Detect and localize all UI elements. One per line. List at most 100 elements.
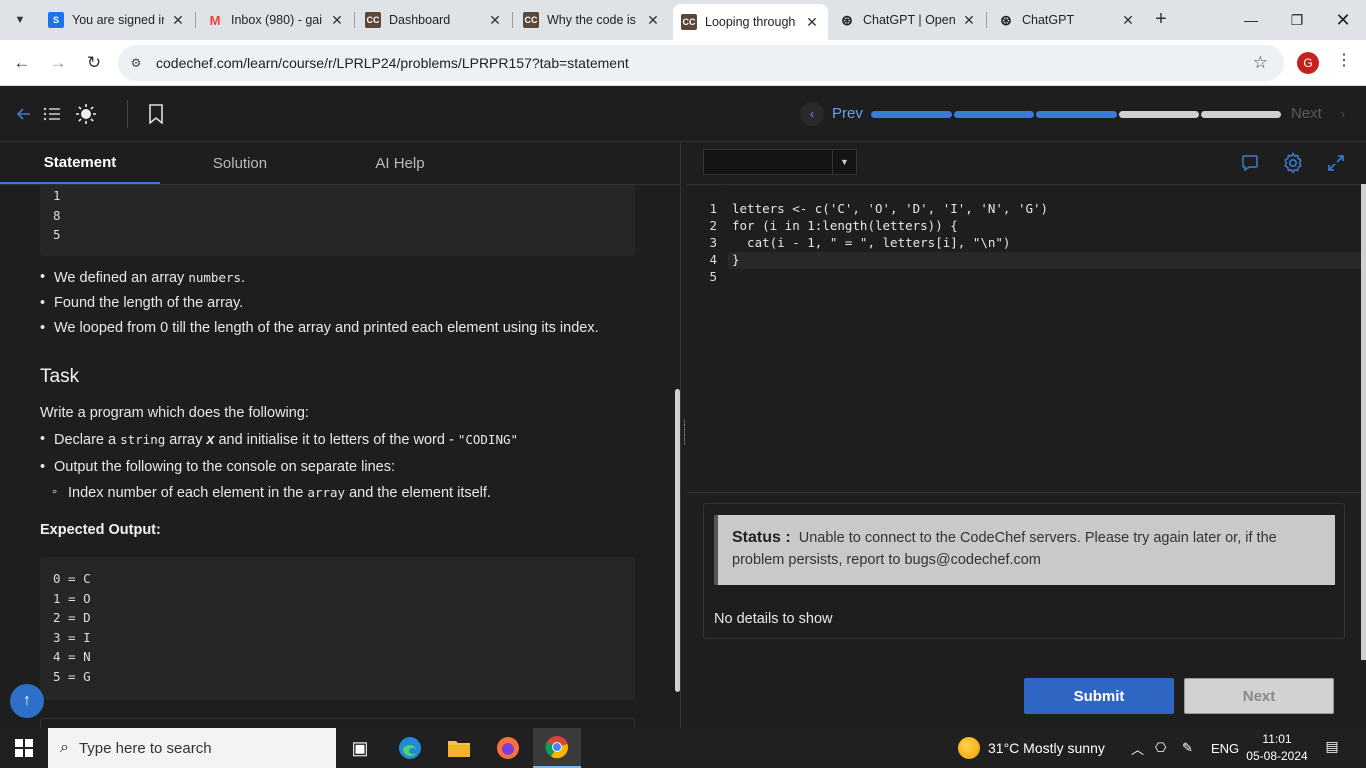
code-line[interactable]: for (i in 1:length(letters)) {	[732, 218, 958, 233]
status-message: Status : Unable to connect to the CodeCh…	[714, 515, 1335, 585]
meet-now-icon[interactable]: ⎔	[1155, 728, 1166, 768]
bookmark-icon[interactable]	[144, 102, 168, 126]
explanation-list: We defined an array numbers. Found the l…	[40, 269, 599, 345]
line-number: 3	[709, 235, 717, 250]
browser-tab-1[interactable]: S You are signed in ✕	[40, 6, 194, 34]
task-intro: Write a program which does the following…	[40, 405, 309, 421]
reload-icon[interactable]: ↻	[80, 49, 108, 77]
firefox-icon[interactable]	[484, 728, 532, 768]
next-chevron-icon[interactable]: ›	[1331, 102, 1355, 126]
code-editor[interactable]: 1 2 3 4 5 letters <- c('C', 'O', 'D', 'I…	[687, 184, 1361, 492]
list-menu-icon[interactable]	[40, 102, 64, 126]
codechef-icon: CC	[681, 14, 697, 30]
panel-resize-handle[interactable]: ⁝ ⁝ ⁝ ⁝ ⁝	[680, 142, 687, 728]
close-tab-icon[interactable]: ✕	[487, 12, 503, 29]
editor-toolbar: ▼	[687, 142, 1366, 184]
editor-scrollbar[interactable]	[1361, 184, 1366, 660]
input-language-indicator[interactable]: ENG	[1211, 728, 1239, 768]
tab-divider	[512, 12, 513, 28]
forward-arrow-icon[interactable]: →	[44, 49, 72, 77]
tab-search-chevron-icon[interactable]: ▼	[8, 8, 32, 32]
windows-start-icon[interactable]	[0, 728, 48, 768]
code-line[interactable]: }	[732, 252, 740, 267]
current-line-highlight	[728, 252, 1361, 269]
clock-date: 05-08-2024	[1246, 749, 1308, 763]
browser-tab-2[interactable]: M Inbox (980) - gai ✕	[199, 6, 353, 34]
tab-title: You are signed in	[72, 13, 164, 27]
code-line: 5	[53, 227, 61, 242]
language-select[interactable]: ▼	[703, 149, 857, 175]
tab-statement[interactable]: Statement	[0, 142, 160, 184]
site-settings-icon[interactable]: ⚙	[126, 56, 146, 70]
chevron-down-icon[interactable]: ▼	[832, 150, 856, 174]
codechef-icon: CC	[523, 12, 539, 28]
address-bar: ← → ↻ ⚙ codechef.com/learn/course/r/LPRL…	[0, 40, 1366, 86]
next-button[interactable]: Next	[1184, 678, 1334, 714]
theme-sun-icon[interactable]	[74, 102, 98, 126]
tab-title: Looping through	[705, 15, 796, 29]
codechef-icon: CC	[365, 12, 381, 28]
code-line[interactable]: letters <- c('C', 'O', 'D', 'I', 'N', 'G…	[732, 201, 1048, 216]
minimize-icon[interactable]: —	[1228, 0, 1274, 40]
prev-link[interactable]: Prev	[832, 105, 863, 122]
prev-chevron-icon[interactable]: ‹	[800, 102, 824, 126]
profile-avatar[interactable]: G	[1297, 52, 1319, 74]
tab-title: Dashboard	[389, 13, 451, 27]
line-number: 1	[709, 201, 717, 216]
notification-center-icon[interactable]: ▤	[1322, 738, 1342, 758]
close-tab-icon[interactable]: ✕	[961, 12, 977, 29]
restore-icon[interactable]: ❐	[1274, 0, 1320, 40]
close-tab-icon[interactable]: ✕	[804, 14, 820, 31]
openai-icon: ⊛	[1000, 11, 1012, 28]
search-placeholder: Type here to search	[78, 739, 212, 757]
next-link[interactable]: Next	[1291, 105, 1322, 122]
weather-widget[interactable]: 31°C Mostly sunny	[958, 728, 1105, 768]
new-tab-plus-icon[interactable]: +	[1150, 8, 1172, 30]
close-window-icon[interactable]: ✕	[1320, 0, 1366, 40]
tab-solution[interactable]: Solution	[160, 142, 320, 184]
toolbar-divider	[127, 100, 128, 128]
back-arrow-icon[interactable]: ←	[8, 49, 36, 77]
browser-tab-4[interactable]: CC Why the code is ✕	[515, 6, 669, 34]
system-clock[interactable]: 11:01 05-08-2024	[1244, 731, 1310, 765]
browser-tab-strip: ▼ S You are signed in ✕ M Inbox (980) - …	[0, 0, 1366, 40]
code-line: 1 = O	[53, 590, 91, 606]
taskbar-search-field[interactable]: ⌕ Type here to search	[48, 728, 336, 768]
code-line[interactable]: cat(i - 1, " = ", letters[i], "\n")	[732, 235, 1010, 250]
browser-tab-3[interactable]: CC Dashboard ✕	[357, 6, 511, 34]
list-item: Found the length of the array.	[40, 295, 599, 312]
close-tab-icon[interactable]: ✕	[1120, 12, 1136, 29]
browser-tab-7[interactable]: ⊛ ChatGPT ✕	[990, 6, 1144, 34]
chat-feedback-icon[interactable]	[1237, 150, 1263, 176]
code-line: 5 = G	[53, 668, 91, 684]
list-item: Index number of each element in the arra…	[40, 484, 518, 502]
search-icon: ⌕	[60, 739, 69, 756]
chrome-icon[interactable]	[533, 728, 581, 768]
task-view-icon[interactable]: ▣	[336, 728, 384, 768]
fullscreen-expand-icon[interactable]	[1323, 150, 1349, 176]
tray-expand-chevron-icon[interactable]: ︿	[1131, 728, 1144, 768]
tab-ai-help[interactable]: AI Help	[320, 142, 480, 184]
browser-menu-icon[interactable]: ⋮	[1334, 50, 1354, 76]
url-field[interactable]: ⚙ codechef.com/learn/course/r/LPRLP24/pr…	[118, 45, 1284, 81]
edge-browser-icon[interactable]	[386, 728, 434, 768]
file-explorer-icon[interactable]	[435, 728, 483, 768]
progress-segment	[871, 111, 952, 118]
line-number: 5	[709, 269, 717, 284]
url-text[interactable]: codechef.com/learn/course/r/LPRLP24/prob…	[156, 55, 629, 71]
close-tab-icon[interactable]: ✕	[170, 12, 186, 29]
browser-tab-6[interactable]: ⊛ ChatGPT | OpenA ✕	[831, 6, 985, 34]
back-arrow-icon[interactable]	[12, 102, 36, 126]
scroll-to-top-arrow-icon[interactable]: ↑	[10, 684, 44, 718]
status-text: Unable to connect to the CodeChef server…	[732, 530, 1277, 568]
submit-button[interactable]: Submit	[1024, 678, 1174, 714]
code-line: 0 = C	[53, 571, 91, 586]
settings-gear-icon[interactable]	[1280, 150, 1306, 176]
pen-workspace-icon[interactable]: ✎	[1182, 728, 1193, 768]
bookmark-star-icon[interactable]: ☆	[1253, 53, 1268, 73]
close-tab-icon[interactable]: ✕	[645, 12, 661, 29]
list-item: Output the following to the console on s…	[40, 459, 518, 476]
close-tab-icon[interactable]: ✕	[329, 12, 345, 29]
browser-tab-5-active[interactable]: CC Looping through ✕	[673, 4, 828, 40]
progress-segment	[1201, 111, 1281, 118]
